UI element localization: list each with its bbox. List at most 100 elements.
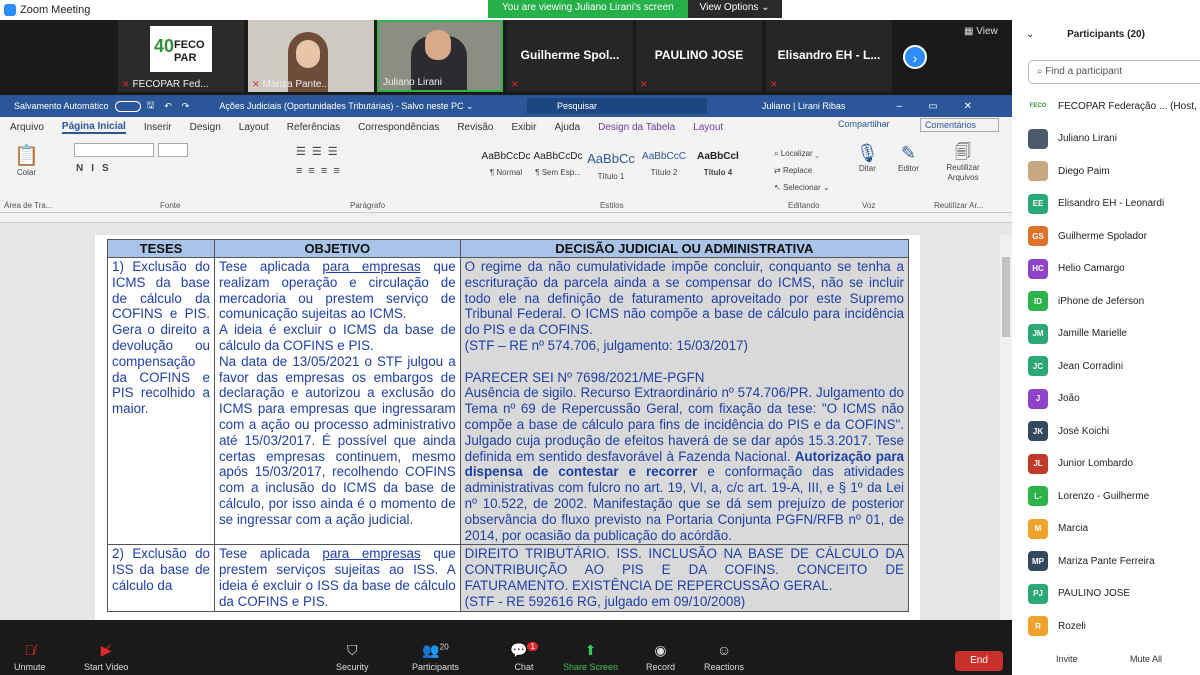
participant-name: José Koichi bbox=[1058, 425, 1110, 437]
cell-decisao[interactable]: O regime da não cumulatividade impõe con… bbox=[459, 256, 910, 546]
video-thumbnail[interactable]: PAULINO JOSE ✕ bbox=[636, 20, 762, 92]
participants-list: FECO FECOPAR Federação ... (Host, m Julian… bbox=[1028, 90, 1200, 643]
avatar: ID bbox=[1028, 291, 1048, 312]
avatar: JK bbox=[1028, 421, 1048, 442]
cell-decisao[interactable]: DIREITO TRIBUTÁRIO. ISS. INCLUSÃO NA BAS… bbox=[459, 544, 910, 612]
autosave-toggle[interactable] bbox=[114, 100, 141, 112]
scrollbar-thumb[interactable] bbox=[1002, 257, 1010, 337]
cell-tese[interactable]: 2) Exclusão do ISS da base de cálculo da bbox=[107, 544, 215, 612]
participant-search-input[interactable]: ⌕ Find a participant bbox=[1028, 60, 1200, 84]
menu-layout[interactable]: Layout bbox=[239, 122, 269, 133]
vertical-scrollbar[interactable] bbox=[1000, 235, 1012, 620]
end-meeting-button[interactable]: End bbox=[955, 651, 1003, 671]
group-font: Fonte bbox=[160, 201, 181, 210]
select-button[interactable]: ↖ Selecionar ⌄ bbox=[774, 179, 830, 196]
menu-layout-tabela[interactable]: Layout bbox=[693, 122, 723, 133]
undo-icon[interactable]: ↶ bbox=[164, 101, 172, 112]
reuse-files-button[interactable]: 🗐 Reutilizar Arquivos bbox=[940, 143, 986, 183]
avatar: PJ bbox=[1028, 583, 1048, 604]
style-sem-espaco[interactable]: AaBbCcDc ¶ Sem Esp... bbox=[532, 151, 584, 187]
participant-row[interactable]: JM Jamille Marielle bbox=[1028, 318, 1200, 351]
share-screen-button[interactable]: ⬆ Share Screen bbox=[563, 642, 618, 672]
menu-arquivo[interactable]: Arquivo bbox=[10, 122, 44, 133]
comments-button[interactable]: Comentários bbox=[920, 118, 1000, 132]
participant-row[interactable]: HC Helio Camargo bbox=[1028, 253, 1200, 286]
video-thumbnail[interactable]: ✕ Mariza Pante... bbox=[248, 20, 374, 92]
menu-exibir[interactable]: Exibir bbox=[511, 122, 536, 133]
cell-tese[interactable]: 1) Exclusão do ICMS da base de cálculo d… bbox=[107, 256, 215, 546]
collapse-chevron-icon[interactable]: ⌄ bbox=[1026, 20, 1034, 50]
participant-row[interactable]: GS Guilherme Spolador bbox=[1028, 220, 1200, 253]
menu-inserir[interactable]: Inserir bbox=[144, 122, 172, 133]
participant-name: Diego Paim bbox=[1058, 165, 1110, 177]
menu-ajuda[interactable]: Ajuda bbox=[554, 122, 580, 133]
style-titulo-2[interactable]: AaBbCcC Título 2 bbox=[638, 151, 690, 187]
participant-row[interactable]: M Marcia bbox=[1028, 513, 1200, 546]
editor-button[interactable]: ✎ Editor bbox=[898, 143, 919, 173]
mic-muted-icon: ✕ bbox=[640, 79, 648, 89]
participant-row[interactable]: L- Lorenzo - Guilherme bbox=[1028, 480, 1200, 513]
video-thumbnail-active[interactable]: Juliano Lirani bbox=[377, 20, 503, 92]
document-title: Ações Judiciais (Oportunidades Tributári… bbox=[219, 100, 474, 111]
chat-button[interactable]: 💬 1 Chat bbox=[510, 642, 538, 672]
menu-revisao[interactable]: Revisão bbox=[457, 122, 493, 133]
menu-correspondencias[interactable]: Correspondências bbox=[358, 122, 439, 133]
participant-row[interactable]: FECO FECOPAR Federação ... (Host, m bbox=[1028, 90, 1200, 123]
participant-name: Guilherme Spolador bbox=[1058, 230, 1147, 242]
mute-all-button[interactable]: Mute All bbox=[1130, 654, 1162, 664]
participant-row[interactable]: MP Mariza Pante Ferreira bbox=[1028, 545, 1200, 578]
participant-row[interactable]: JK José Koichi bbox=[1028, 415, 1200, 448]
thumbnail-name: Juliano Lirani bbox=[383, 77, 442, 88]
redo-icon[interactable]: ↷ bbox=[182, 101, 190, 112]
participant-row[interactable]: Juliano Lirani bbox=[1028, 123, 1200, 156]
horizontal-ruler[interactable] bbox=[0, 213, 1012, 223]
font-name-select[interactable] bbox=[74, 143, 154, 157]
document-page[interactable]: TESES OBJETIVO DECISÃO JUDICIAL OU ADMIN… bbox=[95, 235, 920, 620]
style-titulo-1[interactable]: AaBbCc Título 1 bbox=[585, 151, 637, 187]
invite-button[interactable]: Invite bbox=[1056, 654, 1078, 664]
cell-objetivo[interactable]: Tese aplicada para empresas que prestem … bbox=[213, 544, 461, 612]
font-format-buttons[interactable]: NIS bbox=[76, 163, 117, 174]
participant-row[interactable]: JC Jean Corradini bbox=[1028, 350, 1200, 383]
alignment-buttons[interactable]: ≡≡≡≡ bbox=[296, 165, 346, 177]
find-button[interactable]: ⌕ Localizar ⌄ bbox=[774, 145, 830, 162]
header-decisao: DECISÃO JUDICIAL OU ADMINISTRATIVA bbox=[459, 239, 910, 258]
video-thumbnail[interactable]: Guilherme Spol... ✕ bbox=[507, 20, 633, 92]
next-page-button[interactable]: › bbox=[903, 45, 927, 69]
style-titulo-4[interactable]: AaBbCcl Título 4 bbox=[692, 151, 744, 187]
list-buttons[interactable]: ☰☰☰ bbox=[296, 145, 344, 158]
participants-button[interactable]: 👥20 Participants bbox=[412, 642, 459, 672]
grid-icon: ▦ bbox=[964, 26, 977, 37]
cell-objetivo[interactable]: Tese aplicada para empresas que realizam… bbox=[213, 256, 461, 546]
security-button[interactable]: ⛉ Security bbox=[336, 642, 369, 672]
video-thumbnail[interactable]: 40 FECO PAR ✕ FECOPAR Fed... bbox=[118, 20, 244, 92]
menu-pagina-inicial[interactable]: Página Inicial bbox=[61, 121, 126, 134]
participant-row[interactable]: Diego Paim bbox=[1028, 155, 1200, 188]
unmute-button[interactable]: 🎙̸ Unmute bbox=[14, 642, 46, 672]
menu-design-tabela[interactable]: Design da Tabela bbox=[598, 122, 675, 133]
word-search-box[interactable]: Pesquisar bbox=[527, 98, 707, 114]
record-button[interactable]: ◉ Record bbox=[646, 642, 675, 672]
participant-row[interactable]: J João bbox=[1028, 383, 1200, 416]
save-icon[interactable]: 🖫 bbox=[147, 98, 155, 114]
style-normal[interactable]: AaBbCcDc ¶ Normal bbox=[480, 151, 532, 187]
dictate-button[interactable]: 🎙 Ditar bbox=[856, 143, 879, 173]
replace-button[interactable]: ⇄ Replace bbox=[774, 162, 830, 179]
font-size-select[interactable] bbox=[158, 143, 188, 157]
participant-row[interactable]: JL Junior Lombardo bbox=[1028, 448, 1200, 481]
view-options-button[interactable]: View Options ⌄ bbox=[687, 0, 782, 18]
participant-row[interactable]: ID iPhone de Jeferson bbox=[1028, 285, 1200, 318]
participant-row[interactable]: EE Elisandro EH - Leonardi bbox=[1028, 188, 1200, 221]
reactions-button[interactable]: ☺ Reactions bbox=[704, 642, 744, 672]
menu-design[interactable]: Design bbox=[190, 122, 221, 133]
start-video-button[interactable]: ▶̸ Start Video bbox=[84, 642, 128, 672]
window-controls[interactable]: –▭✕ bbox=[897, 101, 998, 112]
participant-row[interactable]: R Rozeli bbox=[1028, 610, 1200, 643]
participant-row[interactable]: PJ PAULINO JOSE bbox=[1028, 578, 1200, 611]
view-button[interactable]: ▦ View bbox=[964, 26, 998, 37]
avatar: GS bbox=[1028, 226, 1048, 247]
menu-referencias[interactable]: Referências bbox=[287, 122, 340, 133]
share-button[interactable]: Compartilhar bbox=[838, 119, 908, 129]
video-thumbnail[interactable]: Elisandro EH - L... ✕ bbox=[766, 20, 892, 92]
paste-button[interactable]: 📋 Colar bbox=[14, 143, 39, 177]
